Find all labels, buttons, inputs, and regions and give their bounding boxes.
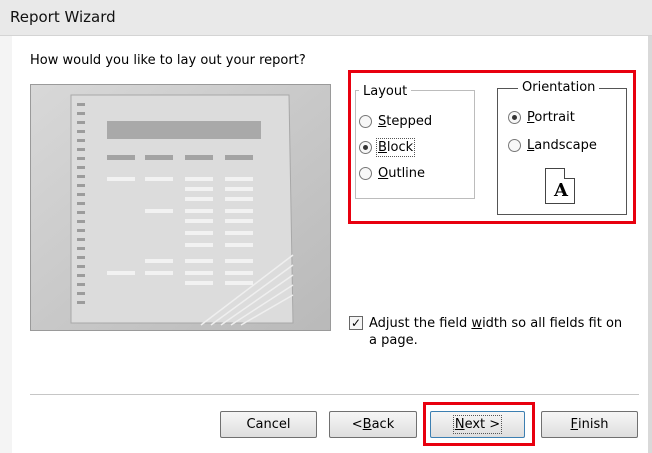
layout-preview-image	[30, 84, 331, 331]
options-highlight-box	[348, 70, 636, 224]
back-button[interactable]: < Back	[329, 411, 417, 438]
adjust-width-checkbox[interactable]: ✓	[349, 316, 363, 330]
report-preview-illustration	[31, 85, 330, 330]
wizard-question: How would you like to lay out your repor…	[30, 53, 306, 68]
window-frame-right	[648, 36, 652, 453]
button-separator	[30, 394, 639, 395]
next-highlight-box	[423, 402, 535, 446]
adjust-width-label: Adjust the field width so all fields fit…	[369, 316, 623, 348]
finish-button[interactable]: Finish	[541, 411, 638, 438]
cancel-button[interactable]: Cancel	[220, 411, 317, 438]
window-frame-left	[0, 36, 12, 453]
window-title: Report Wizard	[10, 8, 116, 26]
